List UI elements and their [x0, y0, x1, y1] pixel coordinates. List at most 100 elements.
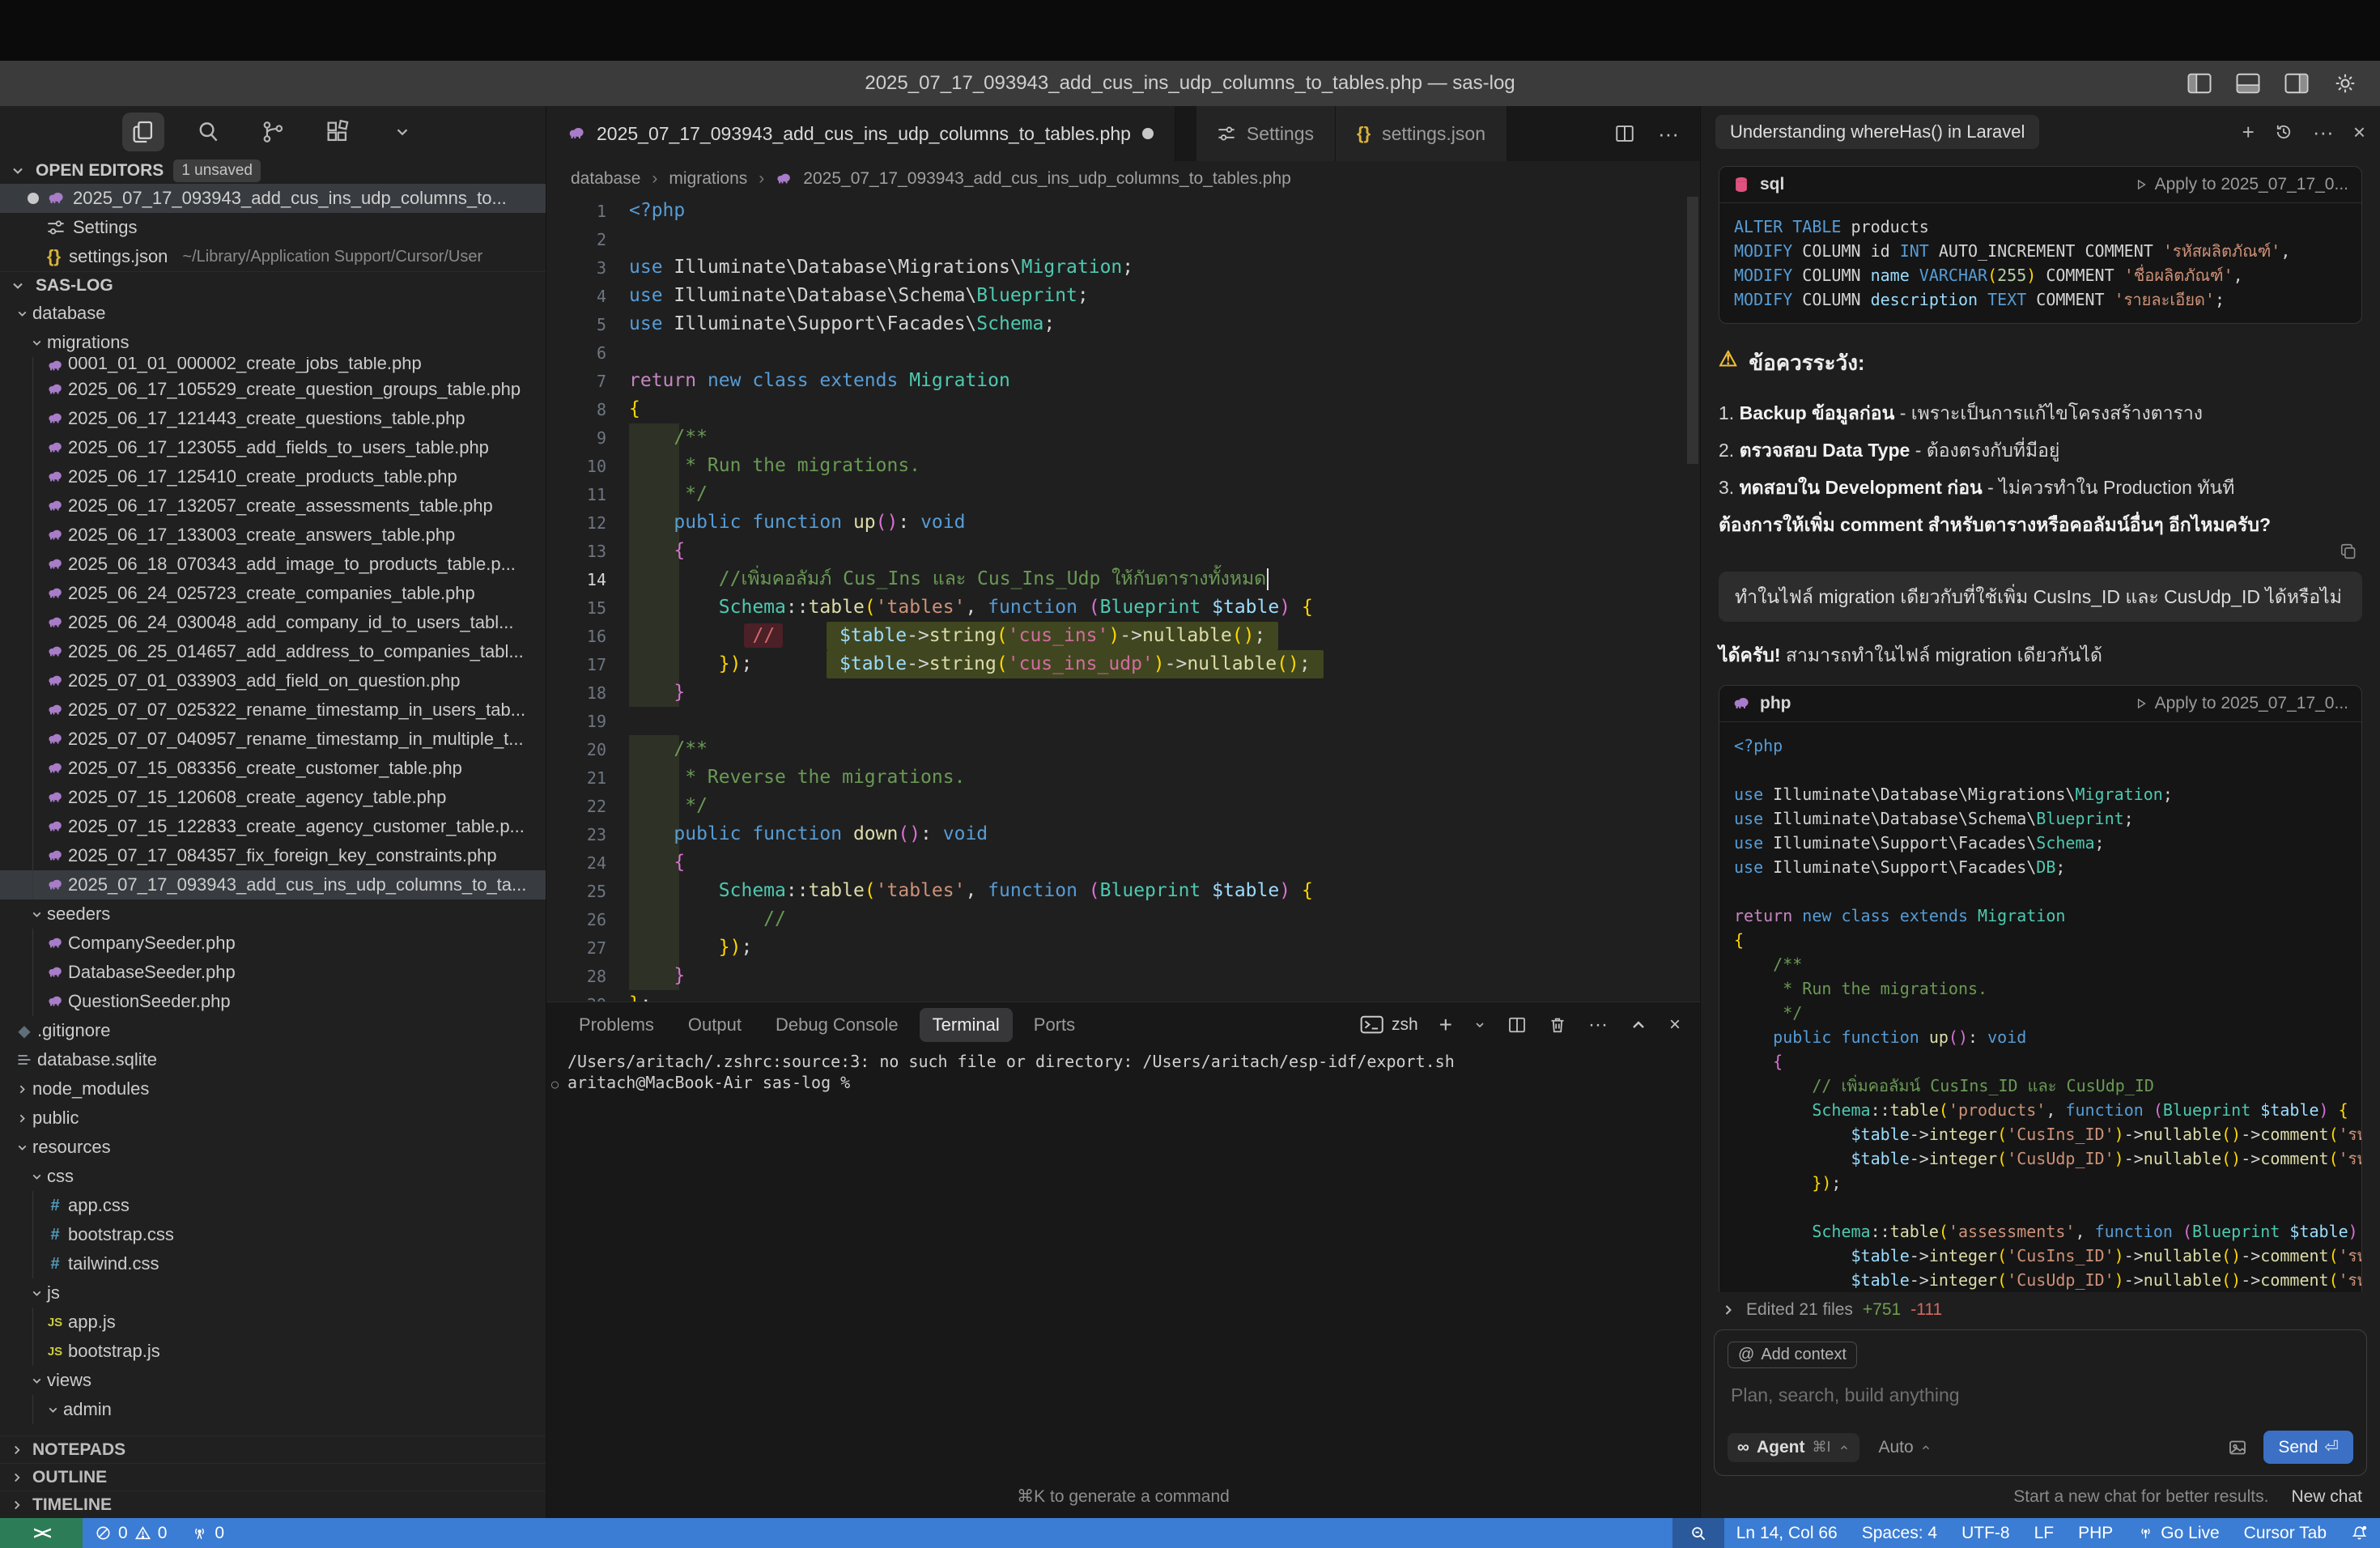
encoding[interactable]: UTF-8	[1949, 1518, 2022, 1548]
code-line[interactable]: 9 /**	[546, 423, 1700, 452]
tree-item-2025-07-15-120608-create-agency-table-ph[interactable]: 2025_07_15_120608_create_agency_table.ph…	[0, 783, 546, 812]
code-line[interactable]: 19	[546, 707, 1700, 735]
chat-input-box[interactable]: @ Add context Plan, search, build anythi…	[1714, 1329, 2367, 1476]
maximize-panel-icon[interactable]	[1629, 1015, 1648, 1035]
tree-item-migrations[interactable]: migrations	[0, 328, 546, 357]
toggle-left-sidebar-icon[interactable]	[2187, 71, 2212, 96]
chat-messages[interactable]: sql Apply to 2025_07_17_0... ALTER TABLE…	[1701, 153, 2380, 1292]
tree-item-2025-06-17-125410-create-products-table-[interactable]: 2025_06_17_125410_create_products_table.…	[0, 462, 546, 491]
tree-item-2025-07-15-122833-create-agency-customer[interactable]: 2025_07_15_122833_create_agency_customer…	[0, 812, 546, 841]
project-section-header[interactable]: SAS-LOG	[0, 271, 546, 299]
tree-item-app-js[interactable]: JSapp.js	[0, 1308, 546, 1337]
terminal-output[interactable]: /Users/aritach/.zshrc:source:3: no such …	[546, 1048, 1700, 1093]
zoom-indicator[interactable]	[1672, 1518, 1724, 1548]
code-line[interactable]: 21 * Reverse the migrations.	[546, 763, 1700, 792]
chat-history-icon[interactable]	[2274, 122, 2293, 142]
tree-item-database-sqlite[interactable]: database.sqlite	[0, 1045, 546, 1074]
remote-indicator[interactable]: ><	[0, 1518, 83, 1548]
code-line[interactable]: 17 });$table->string('cus_ins_udp')->nul…	[546, 650, 1700, 678]
code-line[interactable]: 22 */	[546, 792, 1700, 820]
search-icon[interactable]	[187, 113, 229, 151]
tree-item-node-modules[interactable]: node_modules	[0, 1074, 546, 1104]
tree-item-2025-06-17-105529-create-question-groups[interactable]: 2025_06_17_105529_create_question_groups…	[0, 375, 546, 404]
code-line[interactable]: 2	[546, 225, 1700, 253]
tree-item-bootstrap-js[interactable]: JSbootstrap.js	[0, 1337, 546, 1366]
code-line[interactable]: 16 //$table->string('cus_ins')->nullable…	[546, 622, 1700, 650]
close-panel-icon[interactable]: ×	[1669, 1014, 1681, 1036]
tree-item-0001-01-01-000002-create-jobs-table-php[interactable]: 0001_01_01_000002_create_jobs_table.php	[0, 357, 546, 375]
copy-icon[interactable]	[2340, 542, 2357, 560]
tree-item-2025-06-17-123055-add-fields-to-users-ta[interactable]: 2025_06_17_123055_add_fields_to_users_ta…	[0, 433, 546, 462]
tree-item-resources[interactable]: resources	[0, 1133, 546, 1162]
terminal-more-icon[interactable]: ···	[1588, 1014, 1608, 1036]
code-line[interactable]: 20 /**	[546, 735, 1700, 763]
source-control-icon[interactable]	[252, 113, 294, 151]
tree-item-2025-06-17-121443-create-questions-table[interactable]: 2025_06_17_121443_create_questions_table…	[0, 404, 546, 433]
terminal-tab-debug-console[interactable]: Debug Console	[763, 1008, 912, 1042]
code-line[interactable]: 3use Illuminate\Database\Migrations\Migr…	[546, 253, 1700, 282]
tree-item-2025-06-17-132057-create-assessments-tab[interactable]: 2025_06_17_132057_create_assessments_tab…	[0, 491, 546, 521]
tree-item-2025-07-17-093943-add-cus-ins-udp-column[interactable]: 2025_07_17_093943_add_cus_ins_udp_column…	[0, 870, 546, 899]
tree-item-2025-07-07-025322-rename-timestamp-in-us[interactable]: 2025_07_07_025322_rename_timestamp_in_us…	[0, 695, 546, 725]
code-line[interactable]: 12 public function up(): void	[546, 508, 1700, 537]
tree-item-databaseseeder-php[interactable]: DatabaseSeeder.php	[0, 958, 546, 987]
eol[interactable]: LF	[2022, 1518, 2067, 1548]
cursor-tab[interactable]: Cursor Tab	[2232, 1518, 2339, 1548]
terminal-tab-problems[interactable]: Problems	[566, 1008, 667, 1042]
explorer-icon[interactable]	[122, 113, 164, 151]
tree-item-2025-06-24-030048-add-company-id-to-user[interactable]: 2025_06_24_030048_add_company_id_to_user…	[0, 608, 546, 637]
apply-button[interactable]: Apply to 2025_07_17_0...	[2134, 175, 2348, 194]
tree-item-css[interactable]: css	[0, 1162, 546, 1191]
zsh-shell-chip[interactable]: zsh	[1360, 1015, 1418, 1035]
code-line[interactable]: 15 Schema::table('tables', function (Blu…	[546, 593, 1700, 622]
tree-item-2025-06-18-070343-add-image-to-products-[interactable]: 2025_06_18_070343_add_image_to_products_…	[0, 550, 546, 579]
code-line[interactable]: 23 public function down(): void	[546, 820, 1700, 848]
terminal-tab-ports[interactable]: Ports	[1021, 1008, 1088, 1042]
ports-status[interactable]: 0	[179, 1518, 236, 1548]
tree-item-2025-06-25-014657-add-address-to-compani[interactable]: 2025_06_25_014657_add_address_to_compani…	[0, 637, 546, 666]
add-context-chip[interactable]: @ Add context	[1728, 1342, 1857, 1368]
tree-item--gitignore[interactable]: ◆.gitignore	[0, 1016, 546, 1045]
code-line[interactable]: 1<?php	[546, 197, 1700, 225]
tree-item-2025-07-07-040957-rename-timestamp-in-mu[interactable]: 2025_07_07_040957_rename_timestamp_in_mu…	[0, 725, 546, 754]
extensions-icon[interactable]	[317, 113, 359, 151]
tree-item-companyseeder-php[interactable]: CompanySeeder.php	[0, 929, 546, 958]
chat-more-icon[interactable]: ···	[2313, 120, 2334, 145]
tree-item-2025-07-17-084357-fix-foreign-key-constr[interactable]: 2025_07_17_084357_fix_foreign_key_constr…	[0, 841, 546, 870]
code-line[interactable]: 7return new class extends Migration	[546, 367, 1700, 395]
toggle-bottom-panel-icon[interactable]	[2236, 71, 2260, 96]
sidebar-section-timeline[interactable]: TIMELINE	[0, 1491, 546, 1518]
code-line[interactable]: 25 Schema::table('tables', function (Blu…	[546, 877, 1700, 905]
sidebar-section-notepads[interactable]: NOTEPADS	[0, 1435, 546, 1463]
tab-migration-file[interactable]: 2025_07_17_093943_add_cus_ins_udp_column…	[546, 106, 1175, 161]
breadcrumb[interactable]: database› migrations› 2025_07_17_093943_…	[546, 161, 1700, 197]
new-chat-button[interactable]: New chat	[2291, 1487, 2362, 1507]
go-live[interactable]: Go Live	[2125, 1518, 2231, 1548]
code-editor[interactable]: 1<?php23use Illuminate\Database\Migratio…	[546, 197, 1700, 1002]
notifications[interactable]	[2339, 1518, 2380, 1548]
agent-mode-chip[interactable]: ∞ Agent ⌘I	[1728, 1433, 1859, 1462]
open-editor-item[interactable]: Settings	[0, 213, 546, 242]
tree-item-2025-06-24-025723-create-companies-table[interactable]: 2025_06_24_025723_create_companies_table…	[0, 579, 546, 608]
language-mode[interactable]: PHP	[2066, 1518, 2125, 1548]
chevron-down-icon[interactable]	[381, 113, 423, 151]
open-editors-header[interactable]: OPEN EDITORS 1 unsaved	[0, 158, 546, 184]
tree-item-public[interactable]: public	[0, 1104, 546, 1133]
code-line[interactable]: 28 }	[546, 962, 1700, 990]
tree-item-admin[interactable]: admin	[0, 1395, 546, 1424]
chat-tab[interactable]: Understanding whereHas() in Laravel	[1715, 115, 2039, 149]
code-line[interactable]: 6	[546, 338, 1700, 367]
more-actions-icon[interactable]: ···	[1658, 121, 1679, 147]
send-button[interactable]: Send⏎	[2263, 1431, 2353, 1464]
code-line[interactable]: 27 });	[546, 933, 1700, 962]
tree-item-views[interactable]: views	[0, 1366, 546, 1395]
tree-item-tailwind-css[interactable]: #tailwind.css	[0, 1249, 546, 1278]
split-editor-icon[interactable]	[1614, 123, 1635, 144]
sidebar-section-outline[interactable]: OUTLINE	[0, 1463, 546, 1491]
split-terminal-icon[interactable]	[1507, 1015, 1527, 1035]
kill-terminal-icon[interactable]	[1548, 1015, 1567, 1035]
open-editor-item[interactable]: {}settings.json~/Library/Application Sup…	[0, 242, 546, 271]
gear-icon[interactable]	[2333, 71, 2357, 96]
indentation[interactable]: Spaces: 4	[1850, 1518, 1949, 1548]
terminal-tab-output[interactable]: Output	[675, 1008, 754, 1042]
